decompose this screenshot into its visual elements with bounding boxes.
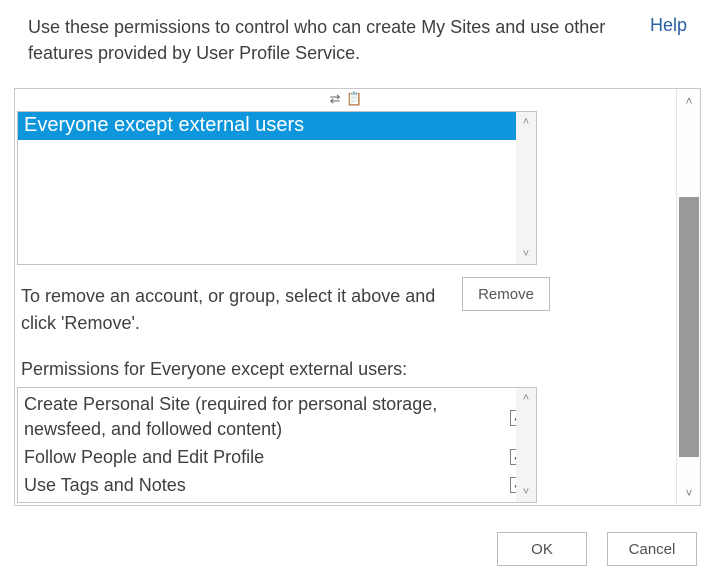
permission-item-label: Create Personal Site (required for perso… [24,394,437,439]
accounts-listbox[interactable]: Everyone except external users ˄ ˅ [17,111,537,265]
remove-hint-text: To remove an account, or group, select i… [21,283,451,337]
permissions-panel: ⇄ 📋 Everyone except external users ˄ ˅ R… [14,88,701,506]
scroll-down-icon[interactable]: ˅ [516,482,536,502]
scroll-up-icon[interactable]: ˄ [516,388,536,408]
dialog-footer: OK Cancel [0,517,715,583]
permission-item[interactable]: Use Tags and Notes [24,473,498,498]
accounts-list-item[interactable]: Everyone except external users [18,112,516,140]
intro-text: Use these permissions to control who can… [28,14,687,66]
scroll-up-icon[interactable]: ˄ [516,112,536,132]
remove-button[interactable]: Remove [462,277,550,311]
permissions-scrollbar[interactable]: ˄ ˅ [516,388,536,502]
permissions-label: Permissions for Everyone except external… [21,359,407,380]
permission-item-label: Use Tags and Notes [24,475,186,495]
scroll-thumb[interactable] [679,197,699,457]
permission-item-label: Follow People and Edit Profile [24,447,264,467]
permission-item[interactable]: Follow People and Edit Profile [24,445,498,470]
accounts-scrollbar[interactable]: ˄ ˅ [516,112,536,264]
scroll-down-icon[interactable]: ˅ [516,244,536,264]
permissions-listbox[interactable]: Create Personal Site (required for perso… [17,387,537,503]
panel-scrollbar[interactable]: ˄ ˅ [676,89,700,505]
permission-item[interactable]: Create Personal Site (required for perso… [24,392,498,442]
ok-button[interactable]: OK [497,532,587,566]
cancel-button[interactable]: Cancel [607,532,697,566]
scroll-down-icon[interactable]: ˅ [677,481,701,505]
scroll-up-icon[interactable]: ˄ [677,89,701,113]
toolbar-icons[interactable]: ⇄ 📋 [15,91,678,107]
help-link[interactable]: Help [650,15,687,36]
